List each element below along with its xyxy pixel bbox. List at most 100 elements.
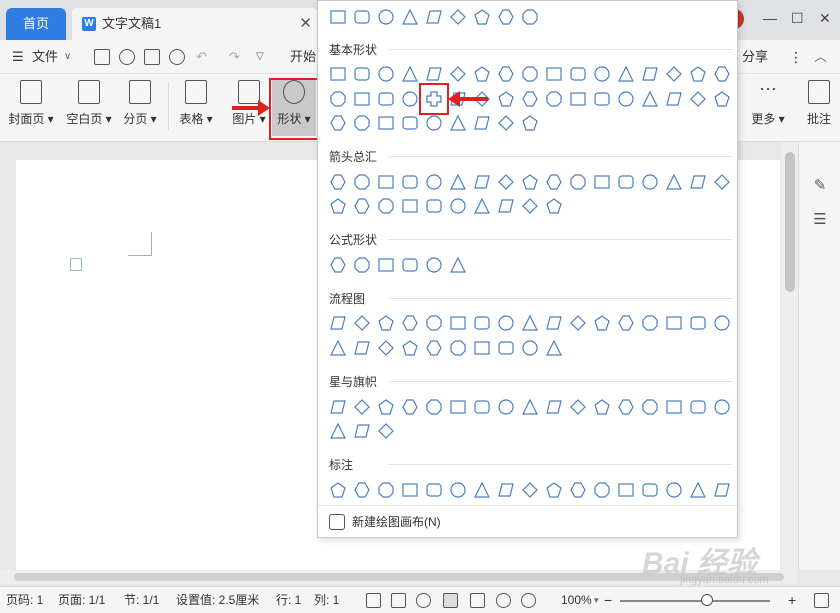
- shape-option-icon[interactable]: [376, 7, 396, 27]
- file-menu[interactable]: 文件: [32, 40, 58, 74]
- shape-option-icon[interactable]: [568, 172, 588, 192]
- shape-option-icon[interactable]: [352, 89, 372, 109]
- shape-option-icon[interactable]: [400, 89, 420, 109]
- maximize-icon[interactable]: ☐: [791, 10, 804, 27]
- shape-option-icon[interactable]: [496, 196, 516, 216]
- shape-option-icon[interactable]: [448, 113, 468, 133]
- shape-option-icon[interactable]: [520, 397, 540, 417]
- shape-option-icon[interactable]: [640, 313, 660, 333]
- shape-option-icon[interactable]: [712, 172, 732, 192]
- shape-option-icon[interactable]: [400, 313, 420, 333]
- shape-option-icon[interactable]: [424, 113, 444, 133]
- shape-option-icon[interactable]: [640, 397, 660, 417]
- outline-view-icon[interactable]: [470, 593, 485, 608]
- shape-option-icon[interactable]: [352, 397, 372, 417]
- shape-option-icon[interactable]: [496, 480, 516, 500]
- vertical-scroll-thumb[interactable]: [785, 152, 795, 292]
- shape-option-icon[interactable]: [400, 196, 420, 216]
- section-status[interactable]: 节: 1/1: [124, 587, 159, 613]
- shape-option-icon[interactable]: [328, 172, 348, 192]
- shape-option-icon[interactable]: [400, 172, 420, 192]
- shape-option-icon[interactable]: [376, 480, 396, 500]
- shape-option-icon[interactable]: [688, 480, 708, 500]
- fit-page-icon[interactable]: [814, 593, 829, 608]
- shape-option-icon[interactable]: [472, 313, 492, 333]
- shape-option-icon[interactable]: [472, 397, 492, 417]
- shape-option-icon[interactable]: [712, 397, 732, 417]
- shape-option-icon[interactable]: [448, 338, 468, 358]
- shape-option-icon[interactable]: [472, 113, 492, 133]
- shape-option-icon[interactable]: [496, 89, 516, 109]
- shape-option-icon[interactable]: [592, 64, 612, 84]
- shape-option-icon[interactable]: [640, 89, 660, 109]
- shape-option-icon[interactable]: [328, 64, 348, 84]
- shape-option-icon[interactable]: [352, 172, 372, 192]
- shape-option-icon[interactable]: [400, 7, 420, 27]
- more-button[interactable]: ··· 更多 ▾: [748, 78, 788, 136]
- shape-option-icon[interactable]: [592, 397, 612, 417]
- shape-option-icon[interactable]: [328, 397, 348, 417]
- shape-option-icon[interactable]: [616, 397, 636, 417]
- shape-option-icon[interactable]: [712, 313, 732, 333]
- shape-option-icon[interactable]: [616, 313, 636, 333]
- setting-status[interactable]: 设置值: 2.5厘米: [176, 587, 259, 613]
- shape-option-icon[interactable]: [376, 172, 396, 192]
- shape-option-icon[interactable]: [352, 7, 372, 27]
- save-icon[interactable]: [94, 49, 110, 65]
- shape-option-icon[interactable]: [520, 313, 540, 333]
- shape-option-icon[interactable]: [376, 255, 396, 275]
- shape-option-icon[interactable]: [664, 89, 684, 109]
- share-button[interactable]: 分享: [742, 40, 768, 74]
- shape-option-icon[interactable]: [352, 421, 372, 441]
- shape-option-icon[interactable]: [544, 64, 564, 84]
- tab-start[interactable]: 开始: [290, 40, 316, 74]
- shape-option-icon[interactable]: [352, 255, 372, 275]
- table-button[interactable]: 表格 ▾: [176, 78, 216, 136]
- vertical-scrollbar[interactable]: [782, 142, 798, 570]
- shape-option-icon[interactable]: [496, 338, 516, 358]
- shape-option-icon[interactable]: [328, 421, 348, 441]
- shape-option-icon[interactable]: [424, 313, 444, 333]
- shape-option-icon[interactable]: [592, 480, 612, 500]
- shape-option-icon[interactable]: [688, 313, 708, 333]
- zoom-dropdown-icon[interactable]: ▾: [594, 587, 599, 613]
- shape-option-icon[interactable]: [424, 64, 444, 84]
- adjust-icon[interactable]: ☰: [811, 210, 829, 228]
- shape-option-icon[interactable]: [328, 7, 348, 27]
- shape-option-icon[interactable]: [352, 196, 372, 216]
- shape-option-icon[interactable]: [352, 113, 372, 133]
- window-close-icon[interactable]: ✕: [819, 10, 831, 27]
- zoom-slider-knob[interactable]: [701, 594, 713, 606]
- shape-option-icon[interactable]: [448, 196, 468, 216]
- shape-option-icon[interactable]: [376, 313, 396, 333]
- shape-option-icon[interactable]: [568, 397, 588, 417]
- shape-option-icon[interactable]: [352, 338, 372, 358]
- shape-option-icon[interactable]: [448, 255, 468, 275]
- cover-page-button[interactable]: 封面页 ▾: [6, 78, 56, 136]
- shape-option-icon[interactable]: [640, 64, 660, 84]
- shape-option-icon[interactable]: [496, 172, 516, 192]
- print-icon[interactable]: [144, 49, 160, 65]
- shape-option-icon[interactable]: [496, 313, 516, 333]
- shape-option-icon[interactable]: [640, 172, 660, 192]
- shape-option-icon[interactable]: [376, 196, 396, 216]
- edit-mode-icon[interactable]: [416, 593, 431, 608]
- shape-option-icon[interactable]: [664, 64, 684, 84]
- shape-option-icon[interactable]: [400, 113, 420, 133]
- shape-option-icon[interactable]: [352, 313, 372, 333]
- zoom-out-icon[interactable]: −: [604, 587, 612, 613]
- zoom-slider[interactable]: [620, 600, 770, 602]
- shape-option-icon[interactable]: [544, 172, 564, 192]
- close-tab-icon[interactable]: ✕: [299, 8, 312, 40]
- pages-status[interactable]: 页面: 1/1: [58, 587, 105, 613]
- output-icon[interactable]: [119, 49, 135, 65]
- shape-option-icon[interactable]: [592, 89, 612, 109]
- comment-button[interactable]: 批注: [804, 78, 834, 136]
- shape-option-icon[interactable]: [568, 64, 588, 84]
- shape-option-icon[interactable]: [712, 480, 732, 500]
- shape-option-icon[interactable]: [472, 338, 492, 358]
- shape-option-icon[interactable]: [376, 421, 396, 441]
- shape-option-icon[interactable]: [520, 113, 540, 133]
- shape-option-icon[interactable]: [616, 172, 636, 192]
- shape-option-icon[interactable]: [328, 313, 348, 333]
